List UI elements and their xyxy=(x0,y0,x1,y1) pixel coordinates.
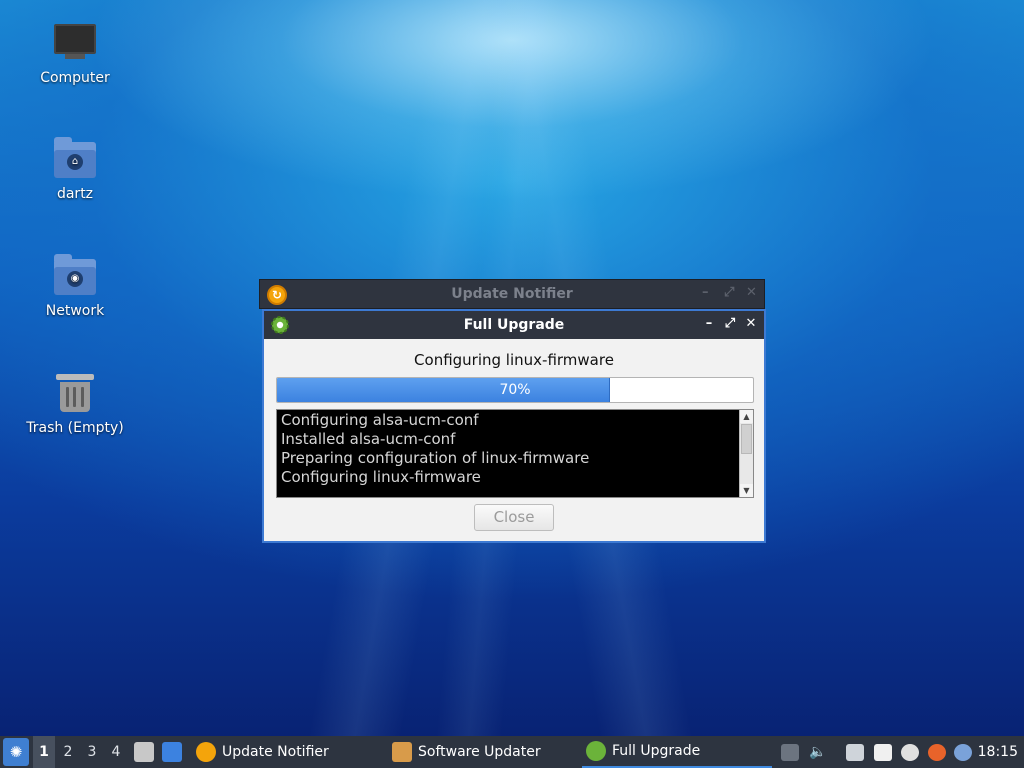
scroll-up-icon[interactable]: ▲ xyxy=(740,410,753,423)
status-text: Configuring linux-firmware xyxy=(414,351,614,369)
tray-collapse-icon[interactable] xyxy=(781,744,799,761)
task-full-upgrade[interactable]: Full Upgrade xyxy=(582,736,772,768)
close-window-button[interactable]: ✕ xyxy=(746,285,757,300)
home-folder-icon: ⌂ xyxy=(53,137,97,182)
progress-bar: 70% xyxy=(276,377,754,403)
gear-icon xyxy=(586,741,606,761)
log-line: Installed alsa-ucm-conf xyxy=(281,430,456,448)
maximize-button[interactable]: ⤢ xyxy=(724,285,734,300)
minimize-button[interactable]: – xyxy=(700,315,718,333)
workspace-2[interactable]: 2 xyxy=(57,736,79,768)
dialog-titlebar[interactable]: Full Upgrade – ⤢ ✕ xyxy=(264,311,764,339)
log-lines: Configuring alsa-ucm-conf Installed alsa… xyxy=(281,411,737,487)
workspace-1[interactable]: 1 xyxy=(33,736,55,768)
network-folder-icon: ◉ xyxy=(53,254,97,299)
desktop-icon-label: Trash (Empty) xyxy=(26,420,124,436)
close-button[interactable]: Close xyxy=(474,504,554,531)
maximize-button[interactable]: ⤢ xyxy=(721,315,739,333)
scroll-down-icon[interactable]: ▼ xyxy=(740,484,753,497)
workspace-3[interactable]: 3 xyxy=(81,736,103,768)
minimize-button[interactable]: – xyxy=(702,285,709,300)
workspace-4[interactable]: 4 xyxy=(105,736,127,768)
task-update-notifier[interactable]: Update Notifier xyxy=(192,736,382,768)
task-label: Software Updater xyxy=(418,744,541,760)
task-software-updater[interactable]: Software Updater xyxy=(388,736,578,768)
taskbar: ✺ 1 2 3 4 Update Notifier Software Updat… xyxy=(0,736,1024,768)
scroll-thumb[interactable] xyxy=(741,424,752,454)
progress-label: 70% xyxy=(499,382,531,398)
update-notifier-icon xyxy=(196,742,216,762)
full-upgrade-dialog[interactable]: Full Upgrade – ⤢ ✕ Configuring linux-fir… xyxy=(262,309,766,543)
task-label: Update Notifier xyxy=(222,744,329,760)
update-notifier-window[interactable]: ↻ Update Notifier – ⤢ ✕ xyxy=(259,279,765,309)
desktop-icon-home[interactable]: ⌂ dartz xyxy=(20,137,130,202)
dialog-title: Full Upgrade xyxy=(463,317,565,333)
terminal-log[interactable]: Configuring alsa-ucm-conf Installed alsa… xyxy=(276,409,754,498)
trash-icon xyxy=(53,372,97,416)
log-scrollbar[interactable]: ▲ ▼ xyxy=(739,410,753,497)
clipboard-icon[interactable] xyxy=(874,744,892,761)
log-line: Configuring linux-firmware xyxy=(281,468,481,486)
desktop-icon-trash[interactable]: Trash (Empty) xyxy=(20,372,130,436)
desktop-icon-network[interactable]: ◉ Network xyxy=(20,254,130,319)
desktop-icon-label: dartz xyxy=(56,186,94,202)
update-icon[interactable] xyxy=(928,744,946,761)
app-menu-button[interactable]: ✺ xyxy=(3,738,29,766)
show-desktop-launcher[interactable] xyxy=(162,736,182,768)
network-icon[interactable] xyxy=(846,744,864,761)
desktop-icon-label: Network xyxy=(45,303,105,319)
task-label: Full Upgrade xyxy=(612,743,701,759)
computer-icon xyxy=(53,22,97,66)
log-line: Configuring alsa-ucm-conf xyxy=(281,411,479,429)
menu-logo-icon: ✺ xyxy=(9,743,23,761)
file-manager-launcher[interactable] xyxy=(134,736,154,768)
close-window-button[interactable]: ✕ xyxy=(742,315,760,333)
desktop-icon xyxy=(162,742,182,762)
software-updater-icon xyxy=(392,742,412,762)
clock[interactable]: 18:15 xyxy=(978,744,1018,760)
sync-icon[interactable] xyxy=(901,744,919,761)
desktop-icon-label: Computer xyxy=(40,70,110,86)
notification-icon[interactable] xyxy=(954,744,972,761)
log-line: Preparing configuration of linux-firmwar… xyxy=(281,449,590,467)
volume-icon[interactable]: 🔈 xyxy=(809,744,827,761)
file-manager-icon xyxy=(134,742,154,762)
window-title: Update Notifier xyxy=(451,286,573,302)
desktop-icon-computer[interactable]: Computer xyxy=(20,22,130,86)
